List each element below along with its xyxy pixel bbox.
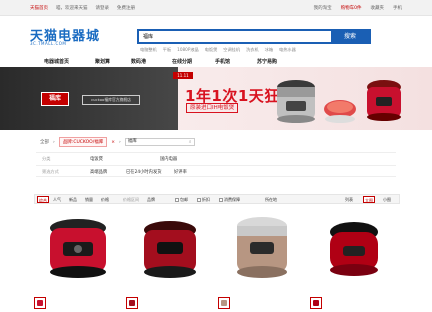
- hot-search-words: 电脑整机 平板 1080P液晶 电饭煲 空调挂机 洗衣机 冰箱 电热水器: [140, 47, 296, 53]
- view-list[interactable]: 列表: [345, 196, 353, 203]
- mobile-link[interactable]: 手机: [393, 5, 402, 11]
- sort-price[interactable]: 价格: [101, 196, 109, 203]
- option-label: 消费保障: [224, 197, 240, 202]
- product-card[interactable]: [217, 208, 307, 312]
- welcome-text: 喵，欢迎来天猫: [56, 6, 88, 11]
- view-small[interactable]: 小图: [383, 196, 391, 203]
- sort-new[interactable]: 新品: [69, 196, 77, 203]
- rice-cooker-image: [367, 80, 401, 121]
- product-card[interactable]: [33, 208, 123, 312]
- product-card[interactable]: [125, 208, 215, 312]
- cart-link[interactable]: 购物车0件: [341, 5, 362, 11]
- filter-row-method: 筛选方式 高端品牌 已在24小时内发货 好评率: [36, 165, 396, 177]
- option-discount[interactable]: 折扣: [197, 196, 210, 203]
- filter-option[interactable]: 国内电器: [160, 156, 177, 162]
- chevron-right-icon: ›: [119, 139, 121, 145]
- price-range-input[interactable]: 价格区间: [123, 196, 139, 203]
- search-icon[interactable]: ⌕: [189, 139, 192, 145]
- option-label: 包邮: [180, 197, 188, 202]
- tmall-home-link[interactable]: 天猫首页: [30, 5, 48, 11]
- product-thumb[interactable]: [34, 297, 46, 309]
- close-icon[interactable]: ×: [111, 140, 115, 145]
- login-link[interactable]: 请登录: [96, 5, 110, 11]
- product-thumb[interactable]: [126, 297, 138, 309]
- filter-option[interactable]: 已在24小时内发货: [126, 169, 162, 175]
- checkbox[interactable]: [197, 198, 201, 202]
- filter-label: 分类: [42, 156, 51, 161]
- sort-bar: 综合 人气 新品 销量 价格 价格区间 品牌 包邮 折扣 消费保障 所在地 列表…: [34, 194, 400, 204]
- filter-option[interactable]: 高端品牌: [90, 169, 107, 175]
- nav-item[interactable]: 数码港: [131, 58, 146, 65]
- banner-subtitle: 原装进口IH电饭煲: [186, 103, 239, 113]
- checkbox[interactable]: [219, 198, 223, 202]
- filter-row-category: 分类 电饭煲 国内电器: [36, 152, 396, 164]
- view-large[interactable]: 大图: [363, 196, 375, 203]
- nav-item[interactable]: 苏宁易购: [257, 58, 277, 65]
- hotword[interactable]: 电脑整机: [140, 47, 157, 53]
- nav-item[interactable]: 在线分期: [172, 58, 192, 65]
- chevron-right-icon: ›: [53, 139, 55, 145]
- search-box: 搜索: [137, 29, 371, 44]
- within-search-input[interactable]: 福库: [124, 138, 195, 146]
- option-label: 折扣: [202, 197, 210, 202]
- product-thumb[interactable]: [310, 297, 322, 309]
- nav-item[interactable]: 电器城首页: [44, 58, 69, 65]
- my-taobao-link[interactable]: 我的淘宝: [314, 5, 332, 11]
- site-logo-sub: 3C.TMALL.COM: [30, 41, 67, 46]
- sort-popularity[interactable]: 人气: [53, 196, 61, 203]
- brand-logo[interactable]: 福库: [41, 92, 69, 106]
- search-input[interactable]: [139, 31, 329, 42]
- option-free-shipping[interactable]: 包邮: [175, 196, 188, 203]
- brand-dropdown[interactable]: 品牌: [147, 196, 155, 203]
- nav-item[interactable]: 聚划算: [95, 58, 110, 65]
- rice-cooker-image: [277, 80, 315, 123]
- product-image[interactable]: [217, 208, 307, 294]
- option-guarantee[interactable]: 消费保障: [219, 196, 240, 203]
- filter-option[interactable]: 电饭煲: [90, 156, 103, 162]
- product-image[interactable]: [33, 208, 123, 294]
- product-thumb[interactable]: [218, 297, 230, 309]
- checkbox[interactable]: [175, 198, 179, 202]
- hotword[interactable]: 电热水器: [279, 47, 296, 53]
- breadcrumb-all[interactable]: 全部: [40, 139, 49, 145]
- sort-comprehensive[interactable]: 综合: [37, 196, 49, 203]
- site-topbar: 天猫首页 喵，欢迎来天猫 请登录 免费注册 我的淘宝 购物车0件 收藏夹 手机: [0, 0, 432, 16]
- product-image[interactable]: [309, 208, 399, 294]
- location-dropdown[interactable]: 所在地: [265, 196, 277, 203]
- double11-badge: 11.11: [173, 72, 193, 79]
- search-button[interactable]: 搜索: [331, 31, 369, 42]
- filter-option[interactable]: 好评率: [174, 169, 187, 175]
- sort-sales[interactable]: 销量: [85, 196, 93, 203]
- hotword[interactable]: 1080P液晶: [177, 47, 199, 53]
- hotword[interactable]: 电饭煲: [205, 47, 218, 53]
- nav-item[interactable]: 手机馆: [215, 58, 230, 65]
- hotword[interactable]: 平板: [163, 47, 171, 53]
- breadcrumb: 全部 › 品牌:CUCKOO/福库 × › 福库 ⌕: [40, 137, 195, 147]
- promo-banner[interactable]: 福库 cuckoo福库官方旗舰店 11.11 1年1次1天狂欢 原装进口IH电饭…: [0, 67, 432, 130]
- filter-label: 筛选方式: [42, 169, 59, 174]
- hotword[interactable]: 洗衣机: [246, 47, 259, 53]
- hotword[interactable]: 空调挂机: [223, 47, 240, 53]
- register-link[interactable]: 免费注册: [117, 5, 135, 11]
- main-nav: 电器城首页 聚划算 数码港 在线分期 手机馆 苏宁易购: [0, 56, 432, 67]
- product-card[interactable]: [309, 208, 399, 312]
- hotword[interactable]: 冰箱: [265, 47, 273, 53]
- food-bowl-image: [324, 100, 356, 123]
- product-image[interactable]: [125, 208, 215, 294]
- brand-filter-tag[interactable]: 品牌:CUCKOO/福库: [58, 137, 108, 147]
- favorites-link[interactable]: 收藏夹: [371, 5, 385, 11]
- brand-store-tag[interactable]: cuckoo福库官方旗舰店: [82, 95, 140, 105]
